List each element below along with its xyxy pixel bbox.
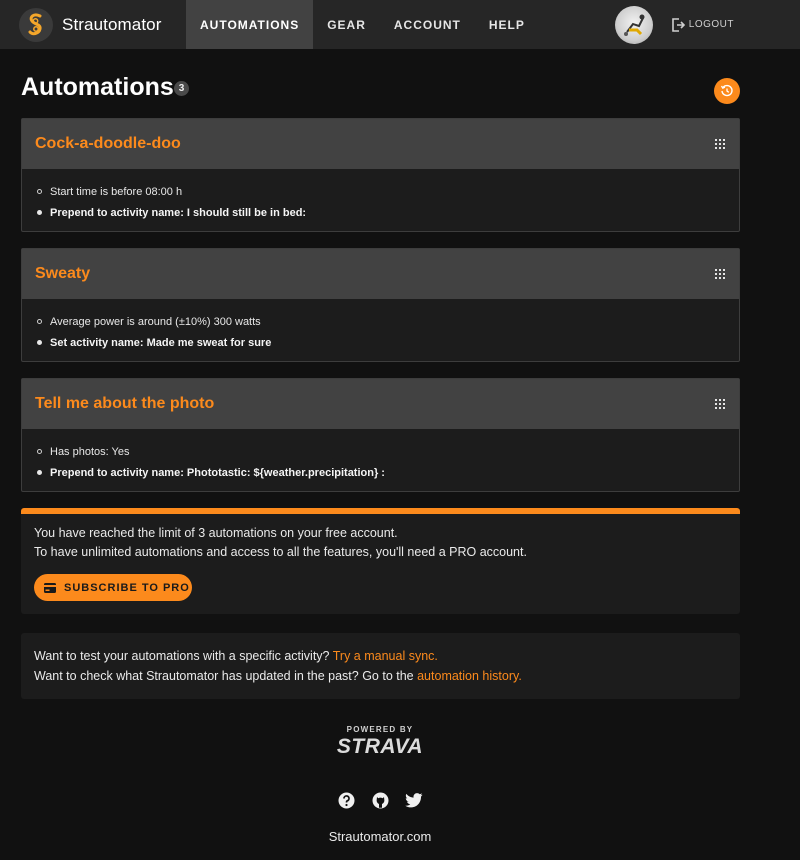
- strava-logo[interactable]: STRAVA: [0, 735, 760, 759]
- drag-handle-icon[interactable]: [715, 399, 725, 409]
- history-button[interactable]: [714, 78, 740, 104]
- nav-item-automations[interactable]: AUTOMATIONS: [186, 0, 314, 49]
- footer: POWERED BY STRAVA Strautomator.com: [0, 725, 760, 844]
- top-navbar: Strautomator AUTOMATIONS GEAR ACCOUNT HE…: [0, 0, 800, 49]
- help-icon[interactable]: [337, 791, 355, 809]
- strautomator-logo-icon: [19, 7, 53, 42]
- avatar[interactable]: [614, 5, 653, 44]
- automation-card-body: Has photos: Yes Prepend to activity name…: [22, 429, 739, 491]
- automation-card-header[interactable]: Sweaty: [22, 249, 739, 299]
- automation-title: Tell me about the photo: [35, 395, 215, 412]
- subscribe-pro-button[interactable]: SUBSCRIBE TO PRO: [34, 574, 192, 601]
- github-icon[interactable]: [371, 791, 389, 809]
- automation-history-link[interactable]: automation history.: [417, 669, 522, 683]
- site-link[interactable]: Strautomator.com: [0, 829, 760, 844]
- drag-handle-icon[interactable]: [715, 139, 725, 149]
- automation-action: Prepend to activity name: Phototastic: $…: [35, 462, 726, 483]
- automation-card: Cock-a-doodle-doo Start time is before 0…: [21, 118, 740, 232]
- limit-notice: You have reached the limit of 3 automati…: [21, 508, 740, 614]
- automation-card: Tell me about the photo Has photos: Yes …: [21, 378, 740, 492]
- title-row: Automations 3: [21, 49, 740, 118]
- page-title: Automations: [21, 73, 174, 101]
- history-hint: Want to check what Strautomator has upda…: [34, 669, 522, 683]
- main-content: Automations 3 Cock-a-doodle-doo Start ti…: [21, 49, 740, 699]
- limit-message-line2: To have unlimited automations and access…: [34, 545, 527, 559]
- brand[interactable]: Strautomator: [0, 0, 161, 49]
- manual-sync-link[interactable]: Try a manual sync.: [333, 649, 438, 663]
- automation-count-badge: 3: [174, 81, 189, 96]
- automation-title: Cock-a-doodle-doo: [35, 135, 181, 152]
- automation-condition: Has photos: Yes: [35, 441, 726, 462]
- logout-label: LOGOUT: [688, 19, 734, 30]
- logout-button[interactable]: LOGOUT: [670, 17, 734, 33]
- automation-card-body: Start time is before 08:00 h Prepend to …: [22, 169, 739, 231]
- info-card: Want to test your automations with a spe…: [21, 633, 740, 699]
- credit-card-icon: [44, 582, 56, 593]
- powered-by-label: POWERED BY: [346, 725, 414, 734]
- main-nav: AUTOMATIONS GEAR ACCOUNT HELP: [186, 0, 539, 49]
- subscribe-pro-label: SUBSCRIBE TO PRO: [64, 581, 190, 594]
- nav-item-help[interactable]: HELP: [475, 0, 539, 49]
- automation-card-body: Average power is around (±10%) 300 watts…: [22, 299, 739, 361]
- nav-item-account[interactable]: ACCOUNT: [380, 0, 475, 49]
- nav-right: LOGOUT: [614, 0, 734, 49]
- limit-message-line1: You have reached the limit of 3 automati…: [34, 526, 398, 540]
- automation-card: Sweaty Average power is around (±10%) 30…: [21, 248, 740, 362]
- history-icon: [720, 84, 733, 97]
- social-links: [0, 791, 760, 809]
- manual-sync-hint: Want to test your automations with a spe…: [34, 649, 438, 663]
- automation-action: Set activity name: Made me sweat for sur…: [35, 332, 726, 353]
- twitter-icon[interactable]: [405, 791, 423, 809]
- automation-card-header[interactable]: Cock-a-doodle-doo: [22, 119, 739, 169]
- logout-icon: [671, 17, 685, 32]
- drag-handle-icon[interactable]: [715, 269, 725, 279]
- automation-condition: Start time is before 08:00 h: [35, 181, 726, 202]
- brand-name: Strautomator: [62, 14, 162, 34]
- automation-card-header[interactable]: Tell me about the photo: [22, 379, 739, 429]
- automation-title: Sweaty: [35, 265, 91, 282]
- nav-item-gear[interactable]: GEAR: [313, 0, 380, 49]
- automation-action: Prepend to activity name: I should still…: [35, 202, 726, 223]
- automation-condition: Average power is around (±10%) 300 watts: [35, 311, 726, 332]
